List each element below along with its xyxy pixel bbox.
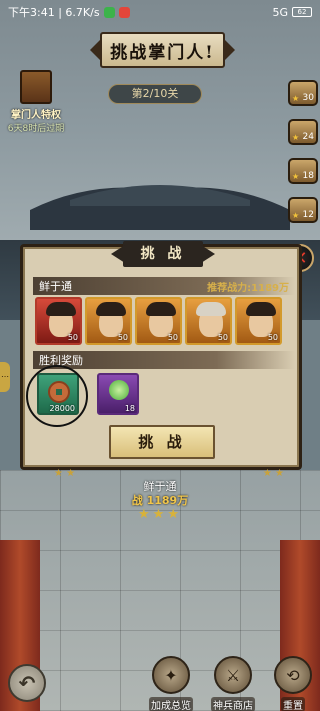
side-tab[interactable]: ⋯ [0,362,10,392]
hero-card[interactable]: 50 [85,297,132,345]
star-icon: ★ [292,133,300,142]
hero-hair [46,302,76,316]
page-title: 挑战掌门人! [100,32,225,68]
status-bar: 下午3:41 | 6.7K/s 5G 62 [0,0,320,24]
hero-level: 50 [67,333,78,342]
stage-node[interactable]: ★ 24 [288,119,318,145]
jade-icon [109,380,129,400]
hero-level: 50 [267,333,278,342]
wechat-icon [103,6,115,18]
dialog-title: 挑 战 [123,241,203,267]
back-arrow-icon: ↶ [18,671,36,695]
battery-icon: 62 [292,7,312,17]
challenge-dialog: 挑 战 鲜于通 推荐战力:1189万 50 50 50 50 50 胜利奖励 2… [20,241,302,470]
hero-card[interactable]: 50 [185,297,232,345]
signal-text: 5G [272,5,288,19]
app-icon [118,6,130,18]
level-indicator: 第2/10关 [108,84,202,104]
opponent-header: 鲜于通 推荐战力:1189万 [33,277,295,295]
reward-qty: 18 [124,404,135,413]
star-icon: ★ ★ [54,468,76,479]
recommended-power: 推荐战力:1189万 [207,282,289,294]
opponent-heroes: 50 50 50 50 50 [35,297,282,345]
star-icon: ★ [292,211,300,220]
hero-hair [146,302,176,316]
stand-stars: ★★★ [138,507,182,522]
hero-level: 50 [117,333,128,342]
weapon-shop-button[interactable]: ⚔ 神兵商店 [204,656,262,711]
star-icon: ★ [292,172,300,181]
bottom-item-label: 神兵商店 [211,697,255,711]
stand-opponent-power: 战 1189万 [131,494,189,507]
bottom-item-label: 加成总览 [149,697,193,711]
privilege-label: 掌门人特权 [11,110,61,121]
reward-item[interactable]: 18 [97,373,139,415]
opponent-name: 鲜于通 [39,280,72,293]
hero-card[interactable]: 50 [35,297,82,345]
reward-header: 胜利奖励 [33,351,295,369]
bottom-item-label: 重置 [281,697,305,711]
palace-roof [30,170,290,230]
stage-ladder: ★ 30 ★ 24 ★ 18 ★ 12 [284,80,320,236]
stage-node[interactable]: ★ 30 [288,80,318,106]
privilege-time: 6天8时后过期 [7,124,65,134]
bonus-icon: ✦ [152,656,190,694]
star-icon: ★ ★ [262,468,284,479]
book-icon [20,70,52,104]
hero-level: 50 [217,333,228,342]
sword-icon: ⚔ [214,656,252,694]
hero-hair [246,302,276,316]
back-button[interactable]: ↶ [8,664,46,702]
hero-card[interactable]: 50 [135,297,182,345]
stage-node[interactable]: ★ 18 [288,158,318,184]
challenge-button[interactable]: 挑 战 [109,425,215,459]
bonus-overview-button[interactable]: ✦ 加成总览 [142,656,200,711]
hand-drawn-circle [26,365,88,427]
star-icon: ★ [292,94,300,103]
reset-icon: ⟲ [274,656,312,694]
reset-button[interactable]: ⟲ 重置 [264,656,320,711]
stage-node[interactable]: ★ 12 [288,197,318,223]
hero-card[interactable]: 50 [235,297,282,345]
hero-level: 50 [167,333,178,342]
privilege-button[interactable]: 掌门人特权 6天8时后过期 [2,70,70,134]
status-time: 下午3:41 | 6.7K/s [8,6,100,19]
hero-hair [196,302,226,316]
hero-hair [96,302,126,316]
